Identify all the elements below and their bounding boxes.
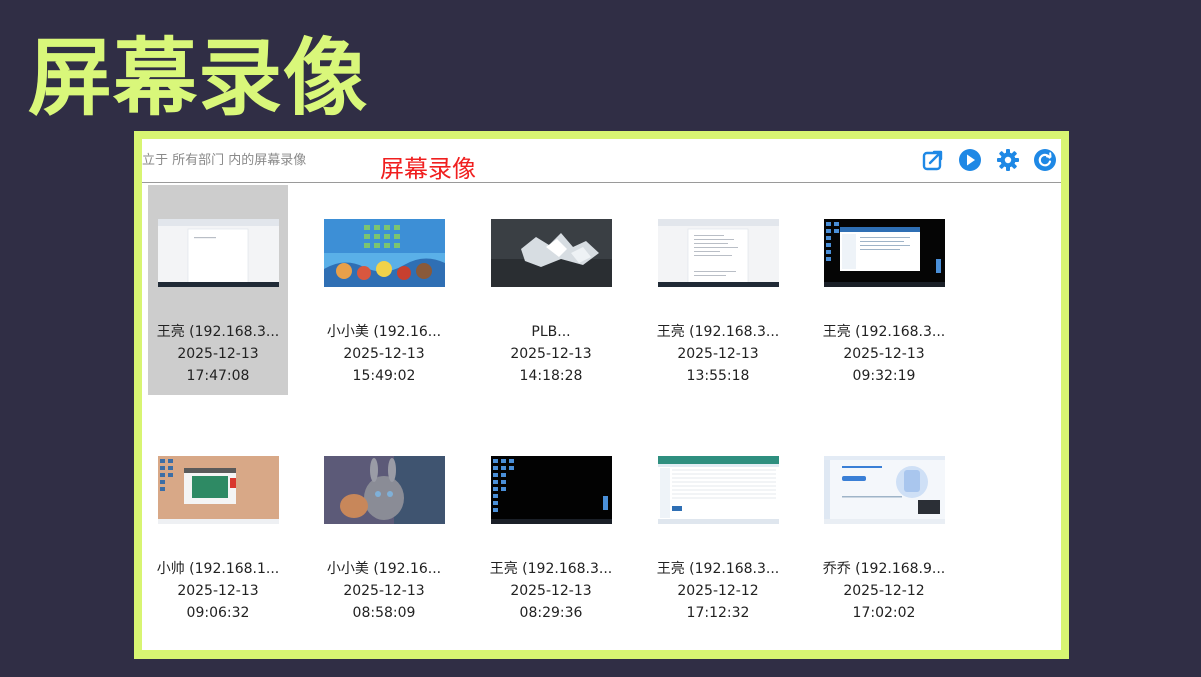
recording-name: 小帅 (192.168.1... — [156, 561, 280, 577]
recording-name: 王亮 (192.168.3... — [156, 324, 280, 340]
slide-title: 屏幕录像 — [28, 29, 369, 127]
recording-name: PLB... — [531, 324, 571, 340]
recording-name: 王亮 (192.168.3... — [489, 561, 613, 577]
recording-date: 2025-12-13 — [343, 346, 425, 362]
recording-thumbnail — [158, 456, 279, 524]
recording-date: 2025-12-13 — [343, 583, 425, 599]
gear-icon[interactable] — [995, 147, 1021, 173]
recording-thumbnail — [158, 219, 279, 287]
recording-thumbnail — [324, 219, 445, 287]
recordings-grid: 王亮 (192.168.3... 2025-12-13 17:47:08 小小美… — [148, 185, 978, 645]
recording-date: 2025-12-13 — [843, 346, 925, 362]
recording-date: 2025-12-13 — [510, 583, 592, 599]
recording-time: 15:49:02 — [352, 368, 416, 384]
recording-thumbnail — [824, 456, 945, 524]
recording-thumbnail — [658, 219, 779, 287]
recording-date: 2025-12-13 — [510, 346, 592, 362]
recording-name: 小小美 (192.16... — [326, 561, 442, 577]
recordings-panel: 立于 所有部门 内的屏幕录像 屏幕录像 王亮 (192.168.3... 202… — [142, 139, 1061, 650]
recording-thumbnail — [658, 456, 779, 524]
recording-date: 2025-12-13 — [177, 346, 259, 362]
recording-thumbnail — [324, 456, 445, 524]
recording-name: 乔乔 (192.168.9... — [822, 561, 946, 577]
recording-thumbnail — [491, 219, 612, 287]
recording-thumbnail — [824, 219, 945, 287]
screenshot-frame: 立于 所有部门 内的屏幕录像 屏幕录像 王亮 (192.168.3... 202… — [134, 131, 1069, 659]
recording-thumbnail — [491, 456, 612, 524]
recording-tile[interactable]: 王亮 (192.168.3... 2025-12-13 13:55:18 — [648, 185, 788, 395]
recording-name: 小小美 (192.16... — [326, 324, 442, 340]
recording-time: 17:12:32 — [686, 605, 750, 621]
recording-tile[interactable]: PLB... 2025-12-13 14:18:28 — [481, 185, 621, 395]
recording-time: 17:47:08 — [186, 368, 250, 384]
recording-name: 王亮 (192.168.3... — [656, 324, 780, 340]
recording-tile[interactable]: 小帅 (192.168.1... 2025-12-13 09:06:32 — [148, 422, 288, 632]
recording-tile[interactable]: 王亮 (192.168.3... 2025-12-13 17:47:08 — [148, 185, 288, 395]
recording-date: 2025-12-12 — [843, 583, 925, 599]
recording-tile[interactable]: 王亮 (192.168.3... 2025-12-13 09:32:19 — [814, 185, 954, 395]
recording-time: 14:18:28 — [519, 368, 583, 384]
recording-date: 2025-12-13 — [177, 583, 259, 599]
export-icon[interactable] — [920, 147, 946, 173]
recording-tile[interactable]: 王亮 (192.168.3... 2025-12-12 17:12:32 — [648, 422, 788, 632]
toolbar: 立于 所有部门 内的屏幕录像 屏幕录像 — [142, 139, 1061, 183]
recording-time: 13:55:18 — [686, 368, 750, 384]
recording-date: 2025-12-13 — [677, 346, 759, 362]
recording-name: 王亮 (192.168.3... — [656, 561, 780, 577]
recording-time: 08:29:36 — [519, 605, 583, 621]
annotation-caption: 屏幕录像 — [380, 155, 476, 183]
recording-tile[interactable]: 乔乔 (192.168.9... 2025-12-12 17:02:02 — [814, 422, 954, 632]
recording-time: 08:58:09 — [352, 605, 416, 621]
recording-time: 17:02:02 — [852, 605, 916, 621]
recording-time: 09:32:19 — [852, 368, 916, 384]
recording-tile[interactable]: 王亮 (192.168.3... 2025-12-13 08:29:36 — [481, 422, 621, 632]
recording-name: 王亮 (192.168.3... — [822, 324, 946, 340]
recording-time: 09:06:32 — [186, 605, 250, 621]
recording-date: 2025-12-12 — [677, 583, 759, 599]
scope-text: 立于 所有部门 内的屏幕录像 — [142, 153, 307, 168]
play-icon[interactable] — [957, 147, 983, 173]
recording-tile[interactable]: 小小美 (192.16... 2025-12-13 08:58:09 — [314, 422, 454, 632]
refresh-icon[interactable] — [1032, 147, 1058, 173]
recording-tile[interactable]: 小小美 (192.16... 2025-12-13 15:49:02 — [314, 185, 454, 395]
